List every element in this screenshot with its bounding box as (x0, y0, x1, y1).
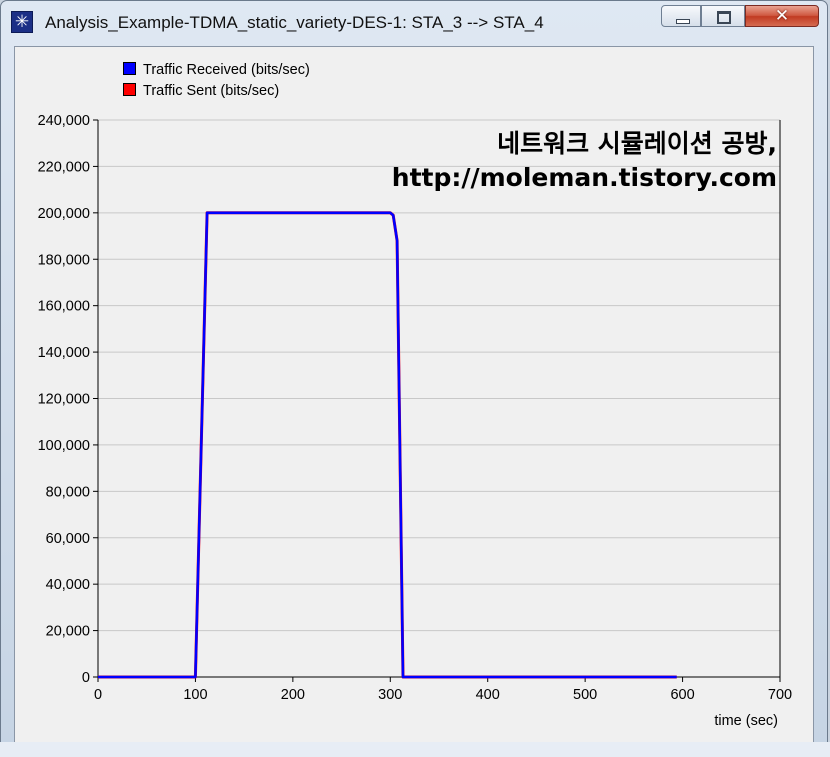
y-tick-label: 160,000 (38, 299, 90, 315)
analysis-window: ✳ Analysis_Example-TDMA_static_variety-D… (0, 0, 828, 755)
legend-item-received: Traffic Received (bits/sec) (123, 61, 310, 82)
y-tick-label: 40,000 (46, 577, 90, 593)
x-tick-label: 200 (281, 687, 305, 703)
minimize-icon (662, 6, 700, 26)
x-tick-label: 700 (768, 687, 792, 703)
x-tick-label: 0 (94, 687, 102, 703)
y-tick-label: 240,000 (38, 113, 90, 129)
x-tick-label: 600 (670, 687, 694, 703)
asterisk-star-icon[interactable]: ✳ (11, 11, 33, 33)
y-tick-label: 100,000 (38, 438, 90, 454)
legend-label-sent: Traffic Sent (bits/sec) (143, 83, 280, 99)
y-tick-label: 220,000 (38, 159, 90, 175)
x-tick-label: 100 (183, 687, 207, 703)
close-icon: ✕ (774, 6, 790, 26)
chart-legend: Traffic Received (bits/sec) Traffic Sent… (123, 61, 310, 103)
watermark-line-1: 네트워크 시뮬레이션 공방, (497, 129, 777, 158)
y-tick-label: 80,000 (46, 484, 90, 500)
watermark-line-2: http://moleman.tistory.com (391, 163, 777, 192)
maximize-icon (702, 6, 744, 26)
y-tick-label: 120,000 (38, 392, 90, 408)
x-tick-label: 300 (378, 687, 402, 703)
x-axis-label: time (sec) (714, 713, 778, 729)
y-tick-label: 180,000 (38, 252, 90, 268)
graph-panel: 0 20,000 40,000 60,000 80,000 100,000 120,000 1… (14, 46, 814, 743)
legend-item-sent: Traffic Sent (bits/sec) (123, 82, 310, 103)
maximize-button[interactable] (701, 5, 745, 27)
x-tick-label: 400 (476, 687, 500, 703)
y-tick-label: 0 (82, 670, 90, 686)
minimize-button[interactable] (661, 5, 701, 27)
y-tick-label: 60,000 (46, 531, 90, 547)
x-tick-label: 500 (573, 687, 597, 703)
legend-swatch-received (123, 62, 136, 75)
desktop-background (0, 742, 830, 757)
window-title: Analysis_Example-TDMA_static_variety-DES… (45, 13, 544, 32)
y-tick-label: 200,000 (38, 206, 90, 222)
y-tick-label: 20,000 (46, 624, 90, 640)
close-button[interactable]: ✕ (745, 5, 819, 27)
watermark: 네트워크 시뮬레이션 공방, http://moleman.tistory.co… (392, 127, 777, 195)
legend-swatch-sent (123, 83, 136, 96)
legend-label-received: Traffic Received (bits/sec) (143, 62, 310, 78)
y-tick-label: 140,000 (38, 345, 90, 361)
title-bar[interactable]: ✳ Analysis_Example-TDMA_static_variety-D… (1, 1, 827, 45)
